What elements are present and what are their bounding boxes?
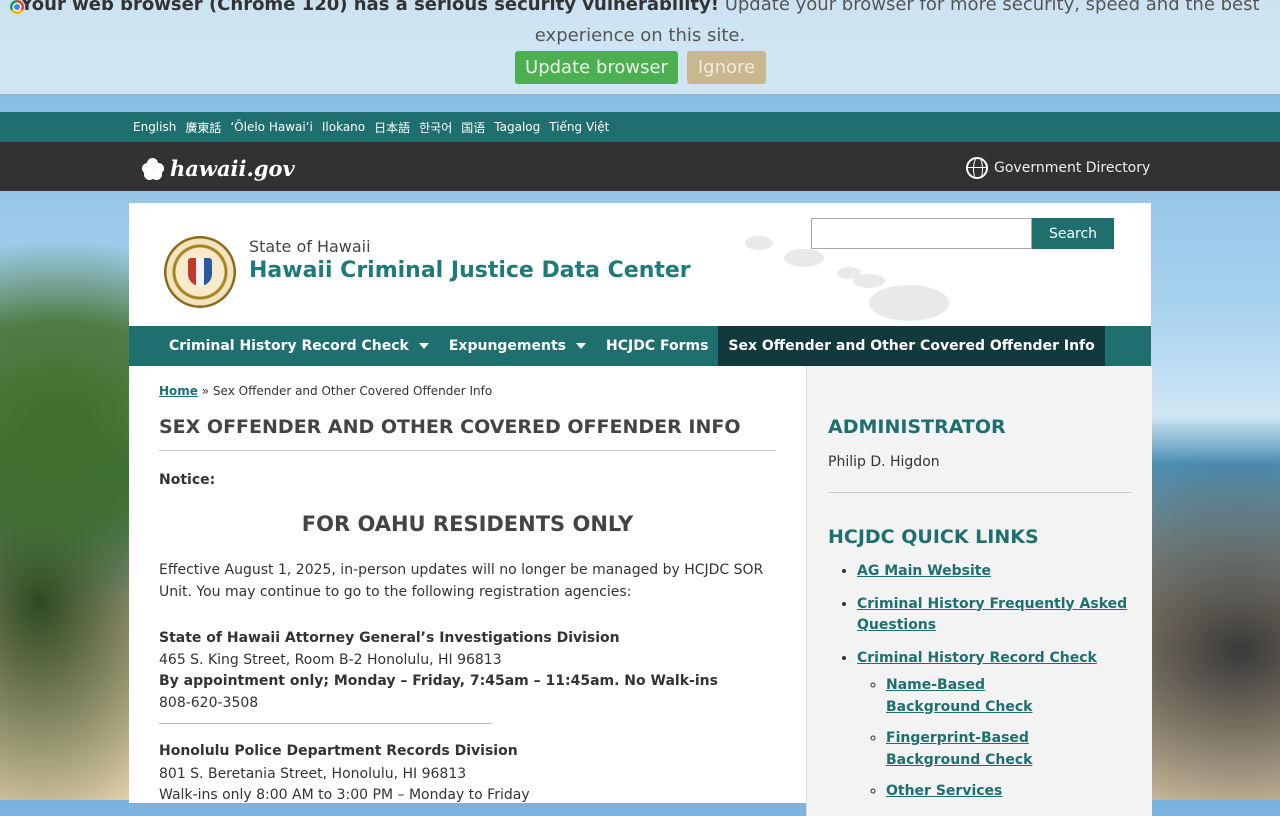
nav-label: HCJDC Forms xyxy=(606,338,709,354)
ignore-button[interactable]: Ignore xyxy=(687,51,766,84)
quick-links-list: AG Main Website Criminal History Frequen… xyxy=(828,561,1157,814)
nav-label: Sex Offender and Other Covered Offender … xyxy=(728,338,1095,354)
page-title: SEX OFFENDER AND OTHER COVERED OFFENDER … xyxy=(159,416,776,451)
agency1-address: 465 S. King Street, Room B-2 Honolulu, H… xyxy=(159,651,502,668)
link-fingerprint-based-check[interactable]: Fingerprint-Based Background Check xyxy=(886,730,1032,768)
oahu-residents-heading: FOR OAHU RESIDENTS ONLY xyxy=(301,512,634,536)
update-browser-button[interactable]: Update browser xyxy=(515,51,678,84)
list-item: AG Main Website xyxy=(857,561,1157,583)
lang-english[interactable]: English xyxy=(133,120,176,134)
banner-message-line2: experience on this site. xyxy=(534,25,746,46)
nav-sex-offender-info[interactable]: Sex Offender and Other Covered Offender … xyxy=(718,326,1105,366)
content-divider xyxy=(159,723,492,724)
agency2-hours: Walk-ins only 8:00 AM to 3:00 PM – Monda… xyxy=(159,787,530,803)
banner-warning-bold: Your web browser (Chrome 120) has a seri… xyxy=(20,0,719,15)
main-nav: Criminal History Record Check Expungemen… xyxy=(129,326,1151,366)
agency2-address: 801 S. Beretania Street, Honolulu, HI 96… xyxy=(159,765,467,782)
nav-criminal-history-record-check[interactable]: Criminal History Record Check xyxy=(159,326,439,366)
caret-down-icon xyxy=(576,343,586,349)
breadcrumb-current: Sex Offender and Other Covered Offender … xyxy=(212,384,493,398)
agency2-block: Honolulu Police Department Records Divis… xyxy=(159,741,776,807)
link-other-services[interactable]: Other Services xyxy=(886,783,1002,799)
government-directory-link[interactable]: Government Directory xyxy=(966,157,1150,179)
agency1-hours: By appointment only; Monday – Friday, 7:… xyxy=(159,673,718,689)
portal-bar: hawaii.gov Government Directory xyxy=(0,142,1280,191)
site-header: State of Hawaii Hawaii Criminal Justice … xyxy=(129,203,1151,326)
agency2-name: Honolulu Police Department Records Divis… xyxy=(159,743,518,759)
search-button[interactable]: Search xyxy=(1032,218,1114,249)
browser-update-banner: Your web browser (Chrome 120) has a seri… xyxy=(0,0,1280,95)
breadcrumb-separator: » xyxy=(197,384,213,398)
lang-cantonese[interactable]: 廣東話 xyxy=(185,119,221,136)
list-item: Criminal History Frequently Asked Questi… xyxy=(857,594,1157,637)
nav-label: Criminal History Record Check xyxy=(169,338,409,354)
nav-label: Expungements xyxy=(448,338,566,354)
list-item: Criminal History Record Check Name-Based… xyxy=(857,648,1157,803)
hibiscus-icon xyxy=(142,157,164,180)
agency-name[interactable]: Hawaii Criminal Justice Data Center xyxy=(249,258,691,283)
globe-icon xyxy=(966,157,988,179)
list-item: Name-Based Background Check xyxy=(886,675,1071,718)
link-criminal-history-faq[interactable]: Criminal History Frequently Asked Questi… xyxy=(857,596,1127,634)
banner-message-line1: Your web browser (Chrome 120) has a seri… xyxy=(0,0,1280,15)
state-name: State of Hawaii xyxy=(249,237,371,256)
search-input[interactable] xyxy=(811,218,1032,249)
administrator-name: Philip D. Higdon xyxy=(828,454,940,470)
sub-links-list: Name-Based Background Check Fingerprint-… xyxy=(857,675,1157,803)
lang-vietnamese[interactable]: Tiếng Việt xyxy=(549,120,609,134)
nav-hcjdc-forms[interactable]: HCJDC Forms xyxy=(596,326,718,366)
agency1-block: State of Hawaii Attorney General’s Inves… xyxy=(159,628,776,714)
lang-japanese[interactable]: 日本語 xyxy=(374,119,410,136)
state-seal-icon xyxy=(164,236,236,308)
agency1-phone: 808-620-3508 xyxy=(159,694,259,711)
banner-message-text: Update your browser for more security, s… xyxy=(718,0,1260,15)
lang-mandarin[interactable]: 国语 xyxy=(461,119,485,136)
administrator-heading: ADMINISTRATOR xyxy=(828,416,1006,438)
link-criminal-history-record-check[interactable]: Criminal History Record Check xyxy=(857,650,1097,666)
link-ag-main-website[interactable]: AG Main Website xyxy=(857,563,991,579)
hawaii-gov-text: hawaii.gov xyxy=(170,156,295,181)
list-item: Fingerprint-Based Background Check xyxy=(886,728,1071,771)
page-container: State of Hawaii Hawaii Criminal Justice … xyxy=(129,203,1152,816)
breadcrumb-home-link[interactable]: Home xyxy=(159,384,198,398)
list-item: Other Services xyxy=(886,781,1071,803)
effective-date-paragraph: Effective August 1, 2025, in-person upda… xyxy=(159,562,764,600)
hawaii-gov-logo[interactable]: hawaii.gov xyxy=(142,156,295,181)
sidebar: ADMINISTRATOR Philip D. Higdon HCJDC QUI… xyxy=(806,366,1152,816)
notice-label: Notice: xyxy=(159,472,216,488)
breadcrumb: Home » Sex Offender and Other Covered Of… xyxy=(159,384,492,398)
link-name-based-check[interactable]: Name-Based Background Check xyxy=(886,677,1032,715)
lang-korean[interactable]: 한국어 xyxy=(419,119,452,136)
agency1-name: State of Hawaii Attorney General’s Inves… xyxy=(159,630,620,646)
quick-links-heading: HCJDC QUICK LINKS xyxy=(828,526,1039,548)
lang-ilokano[interactable]: Ilokano xyxy=(322,120,365,134)
language-bar: English 廣東話 ʻŌlelo Hawaiʻi Ilokano 日本語 한… xyxy=(0,112,1280,142)
lang-tagalog[interactable]: Tagalog xyxy=(494,120,540,134)
government-directory-label: Government Directory xyxy=(994,160,1151,176)
nav-expungements[interactable]: Expungements xyxy=(439,326,596,366)
caret-down-icon xyxy=(418,343,429,349)
sidebar-divider xyxy=(828,492,1132,493)
lang-hawaiian[interactable]: ʻŌlelo Hawaiʻi xyxy=(230,120,313,134)
